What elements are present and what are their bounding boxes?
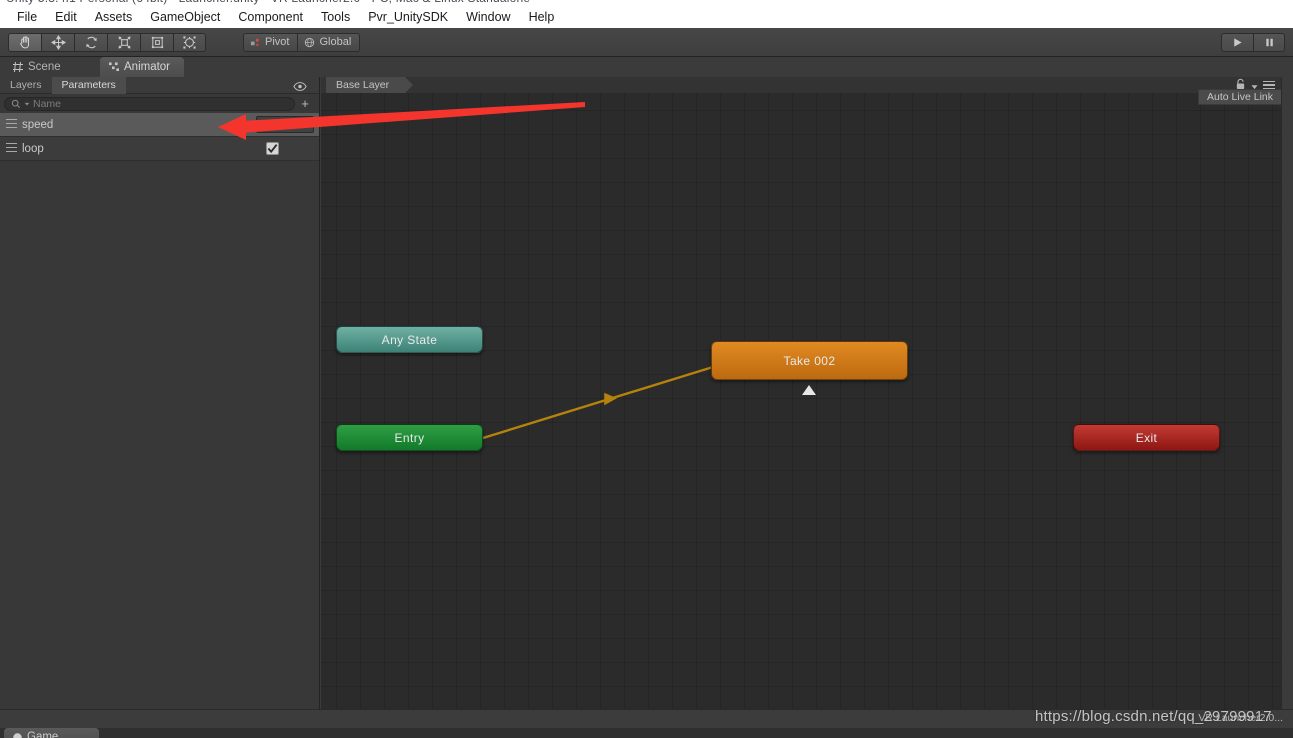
tab-animator-label: Animator bbox=[124, 61, 171, 73]
hand-icon bbox=[19, 35, 29, 48]
menu-item-pvr-unitysdk[interactable]: Pvr_UnitySDK bbox=[359, 7, 457, 27]
live-link-zone: Auto Live Link bbox=[1161, 77, 1281, 117]
menu-bar: File Edit Assets GameObject Component To… bbox=[0, 6, 1293, 28]
move-tool-button[interactable] bbox=[41, 32, 74, 52]
scene-icon bbox=[13, 61, 23, 73]
state-node-any-state-label: Any State bbox=[381, 332, 438, 347]
add-parameter-button[interactable]: + bbox=[295, 96, 315, 111]
menu-item-window[interactable]: Window bbox=[457, 7, 519, 27]
global-label: Global bbox=[319, 36, 352, 48]
graph-right-scrollbar[interactable] bbox=[1281, 77, 1293, 709]
chevron-down-icon bbox=[24, 102, 30, 105]
parameters-subtab-bar: Layers Parameters bbox=[0, 76, 319, 97]
state-node-entry-label: Entry bbox=[394, 430, 425, 445]
tab-scene[interactable]: Scene bbox=[4, 57, 75, 77]
menu-item-gameobject[interactable]: GameObject bbox=[141, 7, 229, 27]
parameter-name-loop: loop bbox=[22, 142, 44, 155]
menu-item-file[interactable]: File bbox=[8, 7, 46, 27]
main-toolbar: Pivot Global bbox=[0, 28, 1293, 57]
parameter-row-loop[interactable]: loop bbox=[0, 137, 319, 161]
hand-tool-button[interactable] bbox=[8, 32, 41, 52]
state-node-entry[interactable]: Entry bbox=[336, 424, 483, 451]
bottom-dock-strip: Game bbox=[0, 728, 1293, 738]
pause-icon bbox=[1265, 38, 1273, 46]
eye-glyph bbox=[293, 82, 307, 91]
game-icon bbox=[13, 732, 22, 738]
parameter-search-placeholder: Name bbox=[33, 97, 62, 110]
subtab-layers[interactable]: Layers bbox=[0, 77, 52, 94]
rotate-icon bbox=[85, 36, 97, 48]
play-button[interactable] bbox=[1221, 32, 1253, 52]
graph-grid-background bbox=[321, 77, 1281, 709]
state-node-any-state[interactable]: Any State bbox=[336, 326, 483, 353]
rect-transform-icon bbox=[151, 36, 163, 48]
breadcrumb-base-layer[interactable]: Base Layer bbox=[326, 77, 414, 93]
menu-item-component[interactable]: Component bbox=[229, 7, 312, 27]
layer-breadcrumb-bar: Base Layer bbox=[321, 77, 1281, 93]
state-node-exit-label: Exit bbox=[1135, 430, 1158, 445]
animator-parameters-panel: Layers Parameters Name + speed 0.0 loop bbox=[0, 76, 320, 709]
unity-editor-window: Unity 5.3.4f1 Personal (64bit) - Launche… bbox=[0, 0, 1293, 738]
rect-tool-button[interactable] bbox=[140, 32, 173, 52]
state-node-take-002[interactable]: Take 002 bbox=[711, 341, 908, 380]
subtab-parameters[interactable]: Parameters bbox=[51, 76, 126, 94]
parameter-row-speed[interactable]: speed 0.0 bbox=[0, 113, 319, 137]
tab-animator[interactable]: Animator bbox=[100, 57, 185, 77]
tab-scene-label: Scene bbox=[28, 61, 61, 73]
transform-tools-group bbox=[8, 32, 206, 52]
drag-handle-icon[interactable] bbox=[6, 118, 22, 131]
scale-tool-button[interactable] bbox=[107, 32, 140, 52]
global-toggle-button[interactable]: Global bbox=[297, 32, 361, 52]
parameter-search-input[interactable]: Name bbox=[4, 96, 295, 111]
rotate-tool-button[interactable] bbox=[74, 32, 107, 52]
transform-tool-button[interactable] bbox=[173, 32, 206, 52]
parameter-value-loop-checkbox[interactable] bbox=[266, 142, 279, 155]
search-icon bbox=[11, 99, 21, 108]
menu-item-help[interactable]: Help bbox=[520, 7, 564, 27]
playback-controls bbox=[1221, 32, 1285, 52]
window-title-text: Unity 5.3.4f1 Personal (64bit) - Launche… bbox=[6, 0, 535, 5]
default-state-marker bbox=[802, 385, 816, 395]
pivot-icon bbox=[250, 38, 259, 46]
parameter-value-speed[interactable]: 0.0 bbox=[256, 116, 314, 133]
parameter-name-speed: speed bbox=[22, 118, 54, 131]
animator-state-graph[interactable]: Base Layer Auto Live Link Any State Take… bbox=[321, 77, 1281, 709]
window-tab-row: Scene Animator bbox=[0, 57, 1293, 77]
menu-item-edit[interactable]: Edit bbox=[46, 7, 86, 27]
watermark-text: https://blog.csdn.net/qq_29799917 bbox=[1035, 708, 1272, 725]
scale-icon bbox=[118, 36, 130, 48]
transform-icon bbox=[183, 35, 196, 49]
parameter-list: speed 0.0 loop bbox=[0, 113, 319, 161]
animator-icon bbox=[109, 62, 119, 71]
menu-item-assets[interactable]: Assets bbox=[86, 7, 142, 27]
auto-live-link-button[interactable]: Auto Live Link bbox=[1198, 89, 1281, 105]
pivot-toggle-button[interactable]: Pivot bbox=[243, 32, 298, 52]
pause-button[interactable] bbox=[1253, 32, 1285, 52]
play-icon bbox=[1234, 37, 1242, 47]
globe-icon bbox=[305, 37, 315, 47]
drag-handle-icon[interactable] bbox=[6, 142, 22, 155]
tab-game[interactable]: Game bbox=[4, 728, 99, 738]
menu-item-tools[interactable]: Tools bbox=[312, 7, 359, 27]
tab-game-label: Game bbox=[27, 731, 59, 738]
eye-icon[interactable] bbox=[293, 79, 307, 97]
pivot-global-group: Pivot Global bbox=[243, 32, 361, 52]
state-node-take-002-label: Take 002 bbox=[783, 353, 836, 368]
state-node-exit[interactable]: Exit bbox=[1073, 424, 1220, 451]
move-icon bbox=[50, 34, 66, 50]
pivot-label: Pivot bbox=[265, 36, 290, 48]
checkmark-icon bbox=[267, 144, 278, 154]
parameter-search-row: Name + bbox=[0, 94, 319, 113]
